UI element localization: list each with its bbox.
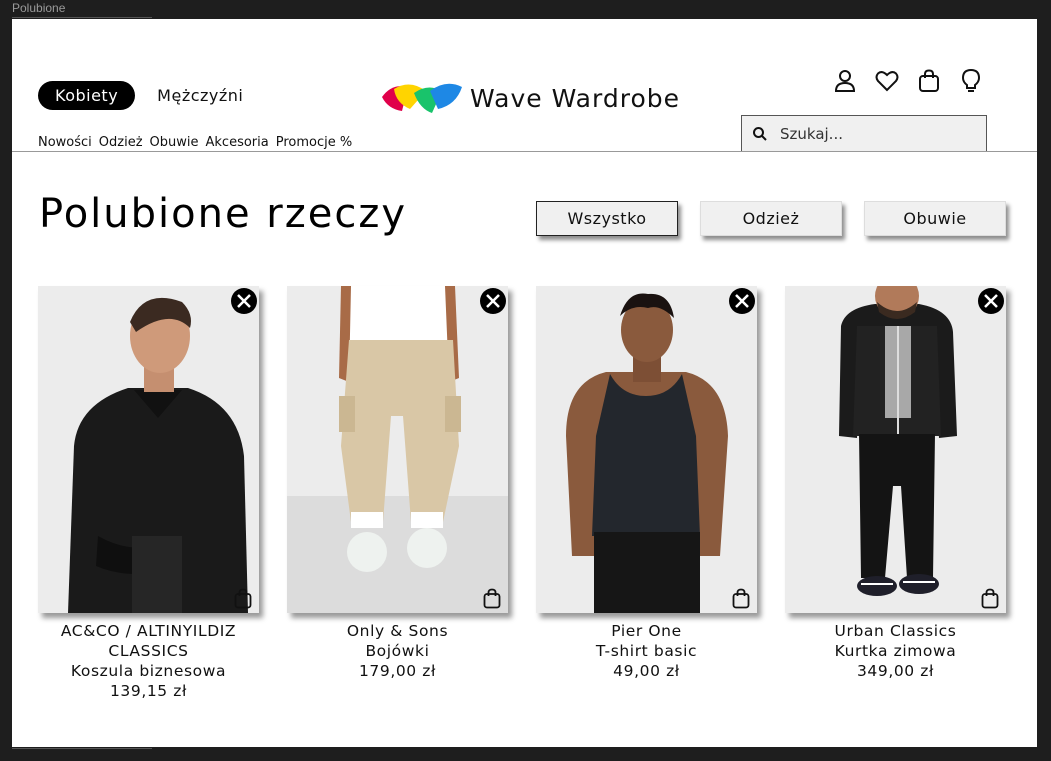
- product-image: [287, 286, 508, 613]
- search-icon: [753, 126, 767, 141]
- brand-name: Wave Wardrobe: [470, 83, 680, 113]
- shopping-bag-icon: [981, 588, 999, 608]
- product-price: 349,00 zł: [856, 662, 935, 680]
- frame-divider: [12, 748, 152, 749]
- product-price: 179,00 zł: [358, 662, 437, 680]
- tab-mezczyzni[interactable]: Mężczyźni: [157, 86, 243, 105]
- product-brand[interactable]: AC&CO / ALTINYILDIZ: [38, 621, 259, 641]
- close-icon: [735, 294, 749, 308]
- filter-tabs: Wszystko Odzież Obuwie: [536, 201, 1006, 236]
- product-photo[interactable]: [38, 286, 259, 613]
- add-to-bag-button[interactable]: [731, 587, 751, 609]
- product-card[interactable]: Urban Classics Kurtka zimowa 349,00 zł: [785, 286, 1006, 701]
- product-brand[interactable]: Urban Classics: [785, 621, 1006, 641]
- product-card[interactable]: AC&CO / ALTINYILDIZ CLASSICS Koszula biz…: [38, 286, 259, 701]
- lightbulb-icon[interactable]: [959, 68, 983, 93]
- tab-kobiety[interactable]: Kobiety: [38, 81, 136, 110]
- nav-item-obuwie[interactable]: Obuwie: [150, 135, 199, 150]
- filter-odziez[interactable]: Odzież: [700, 201, 842, 236]
- remove-favorite-button[interactable]: [978, 288, 1004, 314]
- product-brand[interactable]: Only & Sons: [287, 621, 508, 641]
- category-nav: Nowości Odzież Obuwie Akcesoria Promocje…: [38, 135, 352, 150]
- add-to-bag-button[interactable]: [482, 587, 502, 609]
- heart-icon[interactable]: [875, 69, 899, 93]
- product-image: [785, 286, 1006, 613]
- logo-icon: [382, 83, 462, 113]
- nav-item-nowosci[interactable]: Nowości: [38, 135, 92, 150]
- frame-title: Polubione: [12, 1, 66, 15]
- artboard: Kobiety Mężczyźni Wave Wardrobe Szukaj..…: [12, 19, 1037, 747]
- product-price: 139,15 zł: [109, 682, 188, 700]
- product-brand[interactable]: Pier One: [536, 621, 757, 641]
- page-title: Polubione rzeczy: [39, 191, 407, 237]
- nav-item-odziez[interactable]: Odzież: [99, 135, 143, 150]
- shopping-bag-icon: [234, 588, 252, 608]
- product-name[interactable]: Kurtka zimowa: [785, 641, 1006, 661]
- header-actions: [833, 68, 983, 93]
- shopping-bag-icon[interactable]: [917, 69, 941, 93]
- product-grid: AC&CO / ALTINYILDIZ CLASSICS Koszula biz…: [38, 286, 1006, 701]
- add-to-bag-button[interactable]: [233, 587, 253, 609]
- filter-wszystko[interactable]: Wszystko: [536, 201, 678, 236]
- search-field[interactable]: [741, 115, 987, 152]
- product-info: AC&CO / ALTINYILDIZ CLASSICS Koszula biz…: [38, 621, 259, 701]
- product-name[interactable]: Koszula biznesowa: [38, 661, 259, 681]
- remove-favorite-button[interactable]: [231, 288, 257, 314]
- product-name[interactable]: Bojówki: [287, 641, 508, 661]
- nav-item-akcesoria[interactable]: Akcesoria: [206, 135, 269, 150]
- product-photo[interactable]: [536, 286, 757, 613]
- product-name[interactable]: T-shirt basic: [536, 641, 757, 661]
- brand-logo[interactable]: Wave Wardrobe: [380, 79, 680, 117]
- product-image: [38, 286, 259, 613]
- product-info: Pier One T-shirt basic 49,00 zł: [536, 621, 757, 681]
- search-input[interactable]: [780, 124, 970, 143]
- product-info: Only & Sons Bojówki 179,00 zł: [287, 621, 508, 681]
- gender-tabs: Kobiety Mężczyźni: [38, 81, 243, 110]
- shopping-bag-icon: [483, 588, 501, 608]
- product-photo[interactable]: [287, 286, 508, 613]
- close-icon: [984, 294, 998, 308]
- shopping-bag-icon: [732, 588, 750, 608]
- user-icon[interactable]: [833, 69, 857, 93]
- product-price: 49,00 zł: [613, 662, 680, 680]
- frame-divider: [12, 17, 152, 18]
- product-card[interactable]: Only & Sons Bojówki 179,00 zł: [287, 286, 508, 701]
- filter-obuwie[interactable]: Obuwie: [864, 201, 1006, 236]
- nav-item-promocje[interactable]: Promocje %: [276, 135, 352, 150]
- close-icon: [237, 294, 251, 308]
- product-image: [536, 286, 757, 613]
- add-to-bag-button[interactable]: [980, 587, 1000, 609]
- product-info: Urban Classics Kurtka zimowa 349,00 zł: [785, 621, 1006, 681]
- product-photo[interactable]: [785, 286, 1006, 613]
- header-divider: [12, 151, 1037, 152]
- close-icon: [486, 294, 500, 308]
- remove-favorite-button[interactable]: [480, 288, 506, 314]
- product-brand-line2[interactable]: CLASSICS: [38, 641, 259, 661]
- remove-favorite-button[interactable]: [729, 288, 755, 314]
- product-card[interactable]: Pier One T-shirt basic 49,00 zł: [536, 286, 757, 701]
